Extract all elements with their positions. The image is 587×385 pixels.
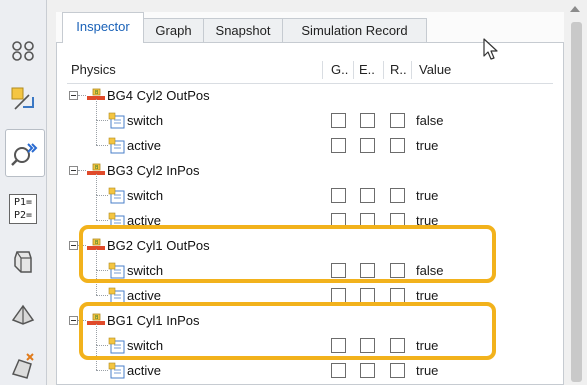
left-toolbar: P1= P2= — [0, 0, 47, 385]
tree-group-row[interactable]: B BG3 Cyl2 InPos — [67, 158, 553, 183]
g-checkbox[interactable] — [331, 338, 346, 353]
tree-leaf-row[interactable]: switch false — [67, 249, 553, 283]
leaf-label: switch — [127, 113, 164, 128]
value-cell[interactable]: false — [416, 258, 443, 283]
r-checkbox[interactable] — [390, 263, 405, 278]
transform-icon[interactable] — [6, 82, 40, 116]
vertical-scrollbar[interactable] — [566, 0, 587, 385]
e-checkbox[interactable] — [360, 288, 375, 303]
svg-text:B: B — [95, 90, 99, 96]
tree-group-row[interactable]: B BG2 Cyl1 OutPos — [67, 233, 553, 258]
value-cell[interactable]: true — [416, 333, 438, 358]
scroll-up-icon[interactable] — [570, 6, 580, 12]
svg-text:B: B — [95, 315, 99, 321]
p1-p2-label[interactable]: P1= P2= — [6, 192, 40, 226]
inspector-content: Physics G.. E.. R.. Value B BG4 Cyl2 Out… — [56, 42, 564, 385]
tab-inspector[interactable]: Inspector — [62, 12, 144, 43]
value-cell[interactable]: true — [416, 183, 438, 208]
mouse-cursor-icon — [483, 38, 498, 60]
inspector-panel: Inspector Graph Snapshot Simulation Reco… — [56, 12, 564, 385]
g-checkbox[interactable] — [331, 213, 346, 228]
leaf-label: active — [127, 138, 161, 153]
r-checkbox[interactable] — [390, 338, 405, 353]
group-label: BG4 Cyl2 OutPos — [107, 88, 210, 103]
collapse-toggle[interactable] — [69, 166, 78, 175]
value-cell[interactable]: true — [416, 283, 438, 308]
signal-leaf-icon — [108, 337, 125, 354]
g-checkbox[interactable] — [331, 138, 346, 153]
value-cell[interactable]: true — [416, 358, 438, 383]
e-checkbox[interactable] — [360, 138, 375, 153]
value-cell[interactable]: true — [416, 208, 438, 233]
tab-simulation-record[interactable]: Simulation Record — [282, 18, 427, 42]
signal-leaf-icon — [108, 187, 125, 204]
svg-text:B: B — [95, 240, 99, 246]
tree-leaf-row[interactable]: active true — [67, 345, 553, 383]
tree-group-row[interactable]: B BG4 Cyl2 OutPos — [67, 83, 553, 108]
column-g[interactable]: G.. — [331, 57, 348, 83]
part-icon[interactable] — [6, 298, 40, 332]
r-checkbox[interactable] — [390, 113, 405, 128]
leaf-label: switch — [127, 263, 164, 278]
signal-leaf-icon — [108, 112, 125, 129]
g-checkbox[interactable] — [331, 288, 346, 303]
r-checkbox[interactable] — [390, 138, 405, 153]
e-checkbox[interactable] — [360, 188, 375, 203]
svg-text:B: B — [95, 165, 99, 171]
g-checkbox[interactable] — [331, 188, 346, 203]
signal-leaf-icon — [108, 362, 125, 379]
tab-snapshot[interactable]: Snapshot — [203, 18, 283, 42]
signal-leaf-icon — [108, 287, 125, 304]
tab-graph[interactable]: Graph — [143, 18, 204, 42]
p2-text: P2= — [13, 210, 33, 221]
tree-leaf-row[interactable]: switch true — [67, 174, 553, 208]
group-icon[interactable] — [6, 34, 40, 68]
signal-leaf-icon — [108, 262, 125, 279]
collapse-toggle[interactable] — [69, 91, 78, 100]
e-checkbox[interactable] — [360, 113, 375, 128]
leaf-label: switch — [127, 188, 164, 203]
collapse-toggle[interactable] — [69, 316, 78, 325]
tree-leaf-row[interactable]: active true — [67, 270, 553, 308]
g-checkbox[interactable] — [331, 113, 346, 128]
leaf-label: active — [127, 288, 161, 303]
leaf-label: active — [127, 363, 161, 378]
e-checkbox[interactable] — [360, 213, 375, 228]
column-value[interactable]: Value — [419, 57, 451, 83]
g-checkbox[interactable] — [331, 363, 346, 378]
tree-leaf-row[interactable]: active true — [67, 195, 553, 233]
tree-leaf-row[interactable]: switch true — [67, 324, 553, 358]
value-cell[interactable]: true — [416, 133, 438, 158]
collapse-toggle[interactable] — [69, 241, 78, 250]
signal-leaf-icon — [108, 212, 125, 229]
tree-leaf-row[interactable]: switch false — [67, 99, 553, 133]
leaf-label: switch — [127, 338, 164, 353]
signal-leaf-icon — [108, 137, 125, 154]
leaf-label: active — [127, 213, 161, 228]
assembly-icon[interactable] — [6, 348, 40, 382]
value-cell[interactable]: false — [416, 108, 443, 133]
column-physics[interactable]: Physics — [71, 57, 116, 83]
component-icon[interactable] — [6, 245, 40, 279]
tree-leaf-row[interactable]: active true — [67, 120, 553, 158]
g-checkbox[interactable] — [331, 263, 346, 278]
grid-header: Physics G.. E.. R.. Value — [67, 57, 553, 84]
inspector-icon[interactable] — [5, 129, 45, 177]
column-r[interactable]: R.. — [390, 57, 407, 83]
group-label: BG2 Cyl1 OutPos — [107, 238, 210, 253]
group-label: BG3 Cyl2 InPos — [107, 163, 200, 178]
r-checkbox[interactable] — [390, 213, 405, 228]
scroll-thumb[interactable] — [571, 22, 582, 382]
column-e[interactable]: E.. — [359, 57, 375, 83]
e-checkbox[interactable] — [360, 363, 375, 378]
p1-text: P1= — [13, 197, 33, 208]
tree-group-row[interactable]: B BG1 Cyl1 InPos — [67, 308, 553, 333]
r-checkbox[interactable] — [390, 363, 405, 378]
group-label: BG1 Cyl1 InPos — [107, 313, 200, 328]
r-checkbox[interactable] — [390, 288, 405, 303]
e-checkbox[interactable] — [360, 263, 375, 278]
r-checkbox[interactable] — [390, 188, 405, 203]
e-checkbox[interactable] — [360, 338, 375, 353]
